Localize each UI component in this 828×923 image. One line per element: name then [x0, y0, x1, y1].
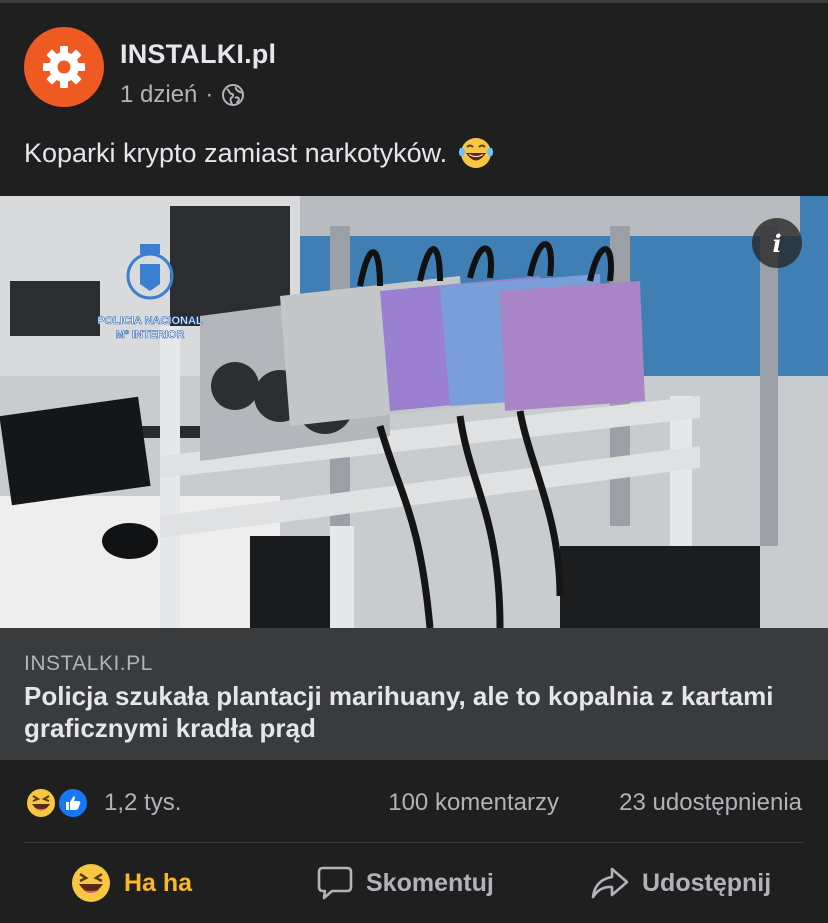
reaction-count[interactable]: 1,2 tys. [104, 789, 181, 817]
post-time[interactable]: 1 dzień [120, 81, 197, 109]
link-domain: INSTALKI.PL [24, 652, 153, 675]
top-divider [0, 0, 828, 3]
post-actions: Ha ha Skomentuj Udostępnij [0, 843, 828, 923]
share-button[interactable]: Udostępnij [590, 861, 771, 905]
share-label: Udostępnij [642, 868, 772, 897]
mining-rig-photo: POLICIA NACIONAL Mº INTERIOR [0, 196, 828, 628]
post-text: Koparki krypto zamiast narkotyków. [24, 136, 495, 170]
police-watermark-line1: POLICIA NACIONAL [97, 315, 203, 327]
haha-button[interactable]: Ha ha [70, 861, 192, 905]
comments-count[interactable]: 100 komentarzy [388, 789, 559, 817]
link-preview-info[interactable]: INSTALKI.PL Policja szukała plantacji ma… [0, 628, 828, 760]
haha-reaction-icon [25, 787, 57, 819]
like-reaction-icon [57, 787, 89, 819]
police-watermark-line2: Mº INTERIOR [116, 329, 185, 341]
reaction-icons[interactable] [24, 786, 92, 820]
comment-bubble-icon [317, 866, 353, 900]
comment-button[interactable]: Skomentuj [316, 861, 494, 905]
page-name[interactable]: INSTALKI.pl [120, 39, 276, 70]
post-meta: 1 dzień · [120, 81, 245, 109]
globe-icon [222, 84, 245, 106]
post-header: INSTALKI.pl 1 dzień · [24, 27, 804, 109]
meta-separator: · [205, 81, 214, 108]
haha-emoji-icon [72, 864, 110, 902]
shares-count[interactable]: 23 udostępnienia [619, 789, 802, 817]
link-title[interactable]: Policja szukała plantacji marihuany, ale… [24, 680, 784, 744]
post-stats: 1,2 tys. 100 komentarzy 23 udostępnienia [24, 783, 804, 823]
info-button[interactable]: i [752, 218, 802, 268]
haha-label: Ha ha [124, 868, 193, 897]
gear-icon [43, 46, 85, 88]
laughing-tears-emoji-icon [459, 138, 494, 168]
share-arrow-icon [591, 867, 629, 899]
post-message: Koparki krypto zamiast narkotyków. [24, 137, 448, 168]
comment-label: Skomentuj [366, 868, 494, 897]
link-preview-image[interactable]: POLICIA NACIONAL Mº INTERIOR i [0, 196, 828, 628]
page-avatar[interactable] [24, 27, 104, 107]
